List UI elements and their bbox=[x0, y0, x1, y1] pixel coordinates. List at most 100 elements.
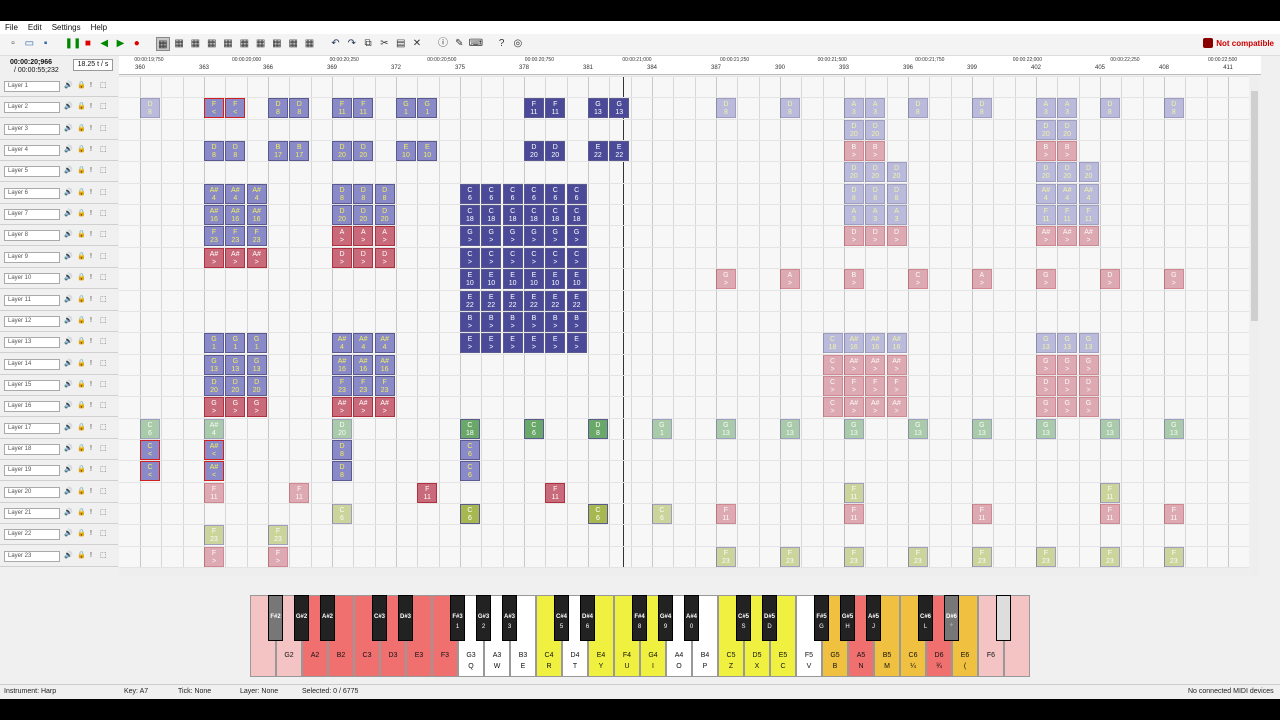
note-block[interactable]: D 20 bbox=[203, 375, 224, 396]
note-block[interactable]: G > bbox=[523, 226, 544, 247]
note-block[interactable]: A# 4 bbox=[353, 333, 374, 354]
volume-icon[interactable]: 🔊 bbox=[64, 444, 73, 454]
note-block[interactable]: F 11 bbox=[289, 482, 310, 503]
select-layer-icon[interactable]: ⬚ bbox=[100, 337, 107, 347]
note-block[interactable]: E 10 bbox=[502, 269, 523, 290]
note-block[interactable]: A# 4 bbox=[203, 418, 224, 439]
solo-icon[interactable]: ! bbox=[90, 487, 92, 497]
note-block[interactable]: B > bbox=[843, 141, 864, 162]
note-block[interactable]: A3 bbox=[1035, 98, 1056, 119]
note-block[interactable]: C > bbox=[459, 247, 480, 268]
piano-black-key[interactable]: G#3 2 bbox=[476, 595, 491, 641]
note-block[interactable]: A > bbox=[353, 226, 374, 247]
volume-icon[interactable]: 🔊 bbox=[64, 273, 73, 283]
note-block[interactable]: E 10 bbox=[417, 141, 438, 162]
note-block[interactable]: E > bbox=[545, 333, 566, 354]
note-block[interactable]: G > bbox=[1035, 397, 1056, 418]
note-block[interactable]: D8 bbox=[225, 141, 246, 162]
note-block[interactable]: F > bbox=[267, 546, 288, 567]
horizontal-scrollbar[interactable] bbox=[119, 568, 1249, 576]
select-layer-icon[interactable]: ⬚ bbox=[100, 124, 107, 134]
note-block[interactable]: G 13 bbox=[1099, 418, 1120, 439]
note-block[interactable]: A# > bbox=[374, 397, 395, 418]
layer-name-field[interactable]: Layer 19 bbox=[4, 465, 60, 477]
note-block[interactable]: D 20 bbox=[1035, 162, 1056, 183]
keyboard-icon[interactable]: ⌨ bbox=[469, 37, 483, 51]
solo-icon[interactable]: ! bbox=[90, 252, 92, 262]
open-folder-icon[interactable]: ▭ bbox=[22, 37, 36, 51]
select-layer-icon[interactable]: ⬚ bbox=[100, 252, 107, 262]
note-block[interactable]: C6 bbox=[523, 418, 544, 439]
note-block[interactable]: B > bbox=[1035, 141, 1056, 162]
piano-black-key[interactable]: D#3 bbox=[398, 595, 413, 641]
piano-black-key[interactable]: D#5 D bbox=[762, 595, 777, 641]
note-block[interactable]: D 20 bbox=[331, 418, 352, 439]
note-block[interactable]: F 11 bbox=[1099, 482, 1120, 503]
note-block[interactable]: F 11 bbox=[1078, 205, 1099, 226]
note-block[interactable]: A# 16 bbox=[865, 333, 886, 354]
piano-black-key[interactable]: A#5 J bbox=[866, 595, 881, 641]
note-block[interactable]: F 23 bbox=[1163, 546, 1184, 567]
piano-black-key[interactable]: A#3 3 bbox=[502, 595, 517, 641]
note-block[interactable]: F 11 bbox=[203, 482, 224, 503]
note-block[interactable]: C > bbox=[481, 247, 502, 268]
note-block[interactable]: D > bbox=[1078, 375, 1099, 396]
note-block[interactable]: C6 bbox=[523, 183, 544, 204]
note-block[interactable]: C > bbox=[907, 269, 928, 290]
note-block[interactable]: C6 bbox=[459, 461, 480, 482]
note-block[interactable]: D 20 bbox=[545, 141, 566, 162]
note-block[interactable]: C > bbox=[523, 247, 544, 268]
new-file-icon[interactable]: ▫ bbox=[6, 37, 20, 51]
timeline-ruler[interactable]: 00:00:19;750 00:00:20;000 00:00:20;250 00:0… bbox=[119, 56, 1261, 75]
layer-name-field[interactable]: Layer 2 bbox=[4, 102, 60, 114]
select-layer-icon[interactable]: ⬚ bbox=[100, 423, 107, 433]
note-block[interactable]: F 23 bbox=[907, 546, 928, 567]
note-block[interactable]: A3 bbox=[865, 205, 886, 226]
note-block[interactable]: C 18 bbox=[459, 418, 480, 439]
volume-icon[interactable]: 🔊 bbox=[64, 252, 73, 262]
volume-icon[interactable]: 🔊 bbox=[64, 380, 73, 390]
layer-name-field[interactable]: Layer 17 bbox=[4, 422, 60, 434]
note-block[interactable]: D8 bbox=[1099, 98, 1120, 119]
note-block[interactable]: A# 4 bbox=[374, 333, 395, 354]
note-block[interactable]: F 23 bbox=[267, 525, 288, 546]
note-block[interactable]: D 20 bbox=[374, 205, 395, 226]
select-layer-icon[interactable]: ⬚ bbox=[100, 380, 107, 390]
note-block[interactable]: B > bbox=[523, 311, 544, 332]
lock-icon[interactable]: 🔒 bbox=[77, 166, 86, 176]
solo-icon[interactable]: ! bbox=[90, 81, 92, 91]
volume-icon[interactable]: 🔊 bbox=[64, 295, 73, 305]
note-block[interactable]: G 13 bbox=[587, 98, 608, 119]
volume-icon[interactable]: 🔊 bbox=[64, 166, 73, 176]
note-block[interactable]: G > bbox=[203, 397, 224, 418]
note-block[interactable]: G > bbox=[1057, 397, 1078, 418]
redo-icon[interactable]: ↷ bbox=[345, 37, 359, 51]
menu-help[interactable]: Help bbox=[86, 21, 112, 32]
note-block[interactable]: C > bbox=[502, 247, 523, 268]
solo-icon[interactable]: ! bbox=[90, 209, 92, 219]
stop-icon[interactable]: ■ bbox=[81, 37, 95, 51]
layer-name-field[interactable]: Layer 12 bbox=[4, 315, 60, 327]
note-block[interactable]: D 20 bbox=[353, 205, 374, 226]
note-block[interactable]: A3 bbox=[843, 98, 864, 119]
solo-icon[interactable]: ! bbox=[90, 423, 92, 433]
save-icon[interactable]: ▪ bbox=[39, 37, 53, 51]
lock-icon[interactable]: 🔒 bbox=[77, 465, 86, 475]
note-block[interactable]: G1 bbox=[651, 418, 672, 439]
note-block[interactable]: D > bbox=[353, 247, 374, 268]
note-block[interactable]: E 10 bbox=[566, 269, 587, 290]
select-layer-icon[interactable]: ⬚ bbox=[100, 166, 107, 176]
note-block[interactable]: F 11 bbox=[843, 504, 864, 524]
note-block[interactable]: C6 bbox=[651, 504, 672, 524]
note-block[interactable]: C > bbox=[822, 397, 843, 418]
note-block[interactable]: D 20 bbox=[1057, 162, 1078, 183]
vertical-scrollbar[interactable] bbox=[1250, 76, 1259, 576]
note-block[interactable]: D 20 bbox=[331, 205, 352, 226]
note-block[interactable]: E 10 bbox=[545, 269, 566, 290]
menu-edit[interactable]: Edit bbox=[23, 21, 47, 32]
note-block[interactable]: E > bbox=[523, 333, 544, 354]
note-block[interactable]: G > bbox=[1057, 354, 1078, 375]
select-layer-icon[interactable]: ⬚ bbox=[100, 145, 107, 155]
lock-icon[interactable]: 🔒 bbox=[77, 316, 86, 326]
note-block[interactable]: C 18 bbox=[822, 333, 843, 354]
